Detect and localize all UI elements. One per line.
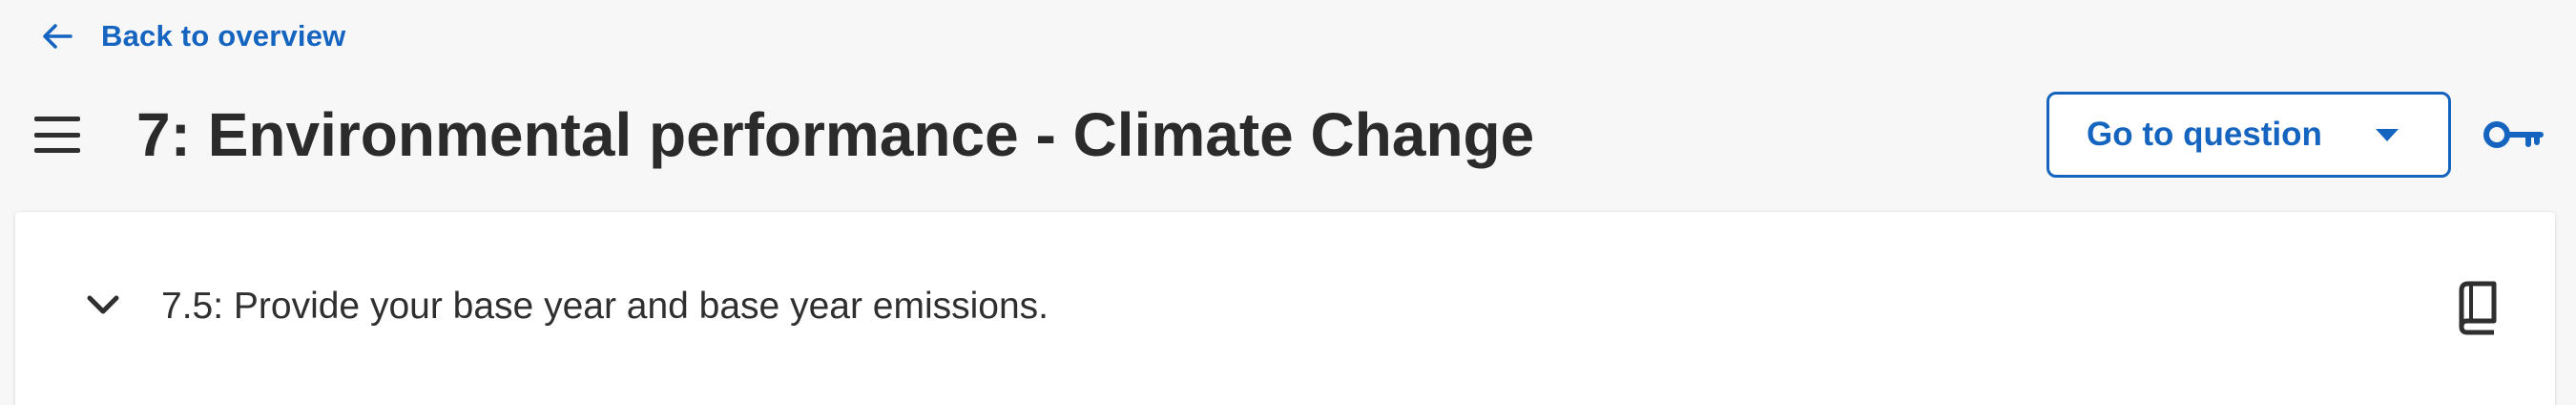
back-link-label: Back to overview [101, 19, 346, 53]
hamburger-menu-icon[interactable] [31, 111, 84, 159]
page: Back to overview 7: Environmental perfor… [0, 0, 2576, 405]
key-icon[interactable] [2481, 110, 2547, 160]
caret-down-icon [2376, 128, 2399, 141]
question-card: 7.5: Provide your base year and base yea… [15, 212, 2555, 405]
go-to-question-dropdown[interactable]: Go to question [2046, 92, 2451, 178]
go-to-question-label: Go to question [2087, 116, 2322, 153]
chevron-down-icon[interactable] [74, 285, 132, 327]
arrow-left-icon [43, 24, 73, 49]
book-icon[interactable] [2450, 279, 2503, 336]
page-title: 7: Environmental performance - Climate C… [136, 100, 1535, 169]
back-to-overview-link[interactable]: Back to overview [38, 13, 345, 59]
question-title[interactable]: 7.5: Provide your base year and base yea… [161, 281, 1049, 332]
